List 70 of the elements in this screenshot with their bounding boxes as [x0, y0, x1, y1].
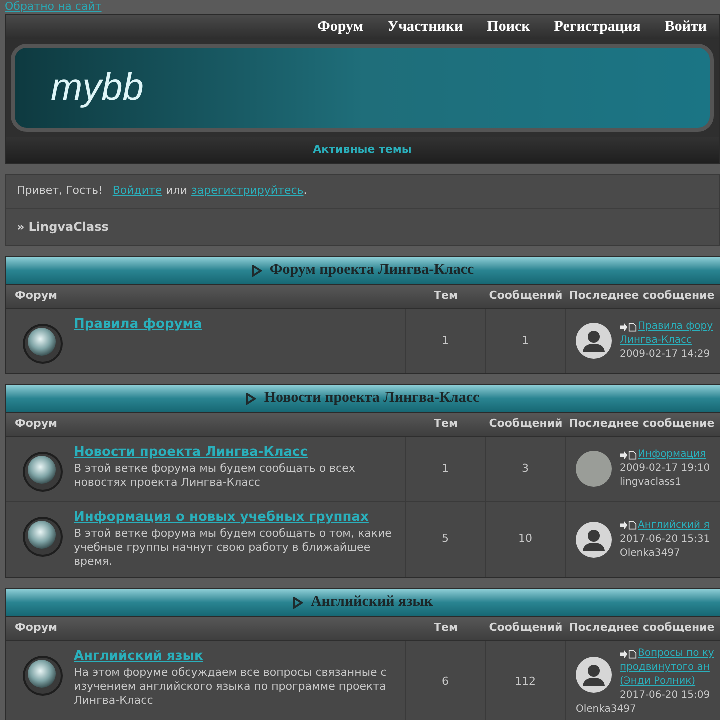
- last-post-link[interactable]: Правила фору: [638, 320, 714, 334]
- go-to-post-icon[interactable]: [620, 450, 637, 460]
- welcome-text: Привет, Гость!: [17, 183, 103, 200]
- back-to-site-link[interactable]: Обратно на сайт: [0, 0, 720, 14]
- triangle-icon: [252, 264, 262, 276]
- last-post-link[interactable]: (Энди Ролник): [620, 675, 714, 689]
- breadcrumb-link[interactable]: LingvaClass: [28, 218, 109, 236]
- column-header: Тем: [433, 416, 459, 432]
- last-post-link[interactable]: Лингва-Класс: [620, 334, 714, 348]
- nav-link[interactable]: Форум: [318, 16, 364, 38]
- forum-title-link[interactable]: Новости проекта Лингва-Класс: [74, 445, 397, 461]
- forum-status-orb-icon: [22, 516, 64, 558]
- column-header: Сообщений: [488, 416, 564, 432]
- last-post-date: 2017-06-20 15:09: [620, 689, 712, 703]
- go-to-post-icon[interactable]: [620, 322, 637, 332]
- category-title: Форум проекта Лингва-Класс: [270, 261, 474, 280]
- nav-link[interactable]: Участники: [388, 16, 464, 38]
- forum-status-orb-icon: [22, 655, 64, 697]
- logo-text: mybb: [51, 66, 144, 110]
- column-header: Форум: [14, 620, 59, 636]
- category-title: Английский язык: [310, 593, 434, 612]
- last-post-date: 2017-06-20 15:31: [620, 532, 710, 546]
- forum-status-orb-icon: [22, 323, 64, 365]
- register-link[interactable]: зарегистрируйтесь: [192, 183, 304, 200]
- last-post-link[interactable]: Информация: [638, 448, 706, 462]
- column-header: Форум: [14, 288, 59, 304]
- category-title: Новости проекта Лингва-Класс: [264, 389, 480, 408]
- nav-link[interactable]: Войти: [664, 16, 707, 38]
- triangle-icon: [246, 392, 256, 404]
- go-to-post-icon[interactable]: [620, 650, 637, 658]
- topics-count: 5: [406, 502, 486, 577]
- forum-title-link[interactable]: Английский язык: [74, 649, 397, 665]
- topics-count: 1: [406, 437, 486, 501]
- column-header: Сообщений: [488, 288, 564, 304]
- forum-description: На этом форуме обсуждаем все вопросы связанные с изучением английского языка по программе проекта Лингва-Класс: [74, 666, 388, 708]
- forum-status-orb-icon: [22, 451, 64, 493]
- welcome-text: или: [166, 183, 188, 200]
- login-link[interactable]: Войдите: [112, 183, 162, 200]
- column-header: Последнее сообщение: [568, 288, 716, 304]
- posts-count: 1: [486, 309, 566, 373]
- column-header: Последнее сообщение: [568, 416, 716, 432]
- column-header: Форум: [14, 416, 59, 432]
- topics-count: 1: [406, 309, 486, 373]
- last-post-author: Olenka3497: [576, 703, 638, 717]
- column-header: Тем: [433, 620, 459, 636]
- last-post-link[interactable]: продвинутого ан: [620, 661, 714, 675]
- triangle-icon: [292, 596, 303, 608]
- forum-title-link[interactable]: Информация о новых учебных группах: [74, 510, 397, 526]
- forum-description: В этой ветке форума мы будем сообщать о всех новостях проекта Лингва-Класс: [74, 462, 356, 490]
- nav-link[interactable]: Регистрация: [554, 16, 641, 38]
- forum-title-link[interactable]: Правила форума: [74, 317, 202, 333]
- posts-count: 3: [486, 437, 566, 501]
- go-to-post-icon[interactable]: [620, 521, 637, 530]
- nav-link[interactable]: Поиск: [487, 16, 530, 38]
- column-header: Тем: [433, 288, 459, 304]
- last-post-author: Olenka3497: [620, 546, 682, 560]
- column-header: Сообщений: [488, 620, 564, 636]
- posts-count: 10: [486, 502, 566, 577]
- topics-count: 6: [406, 641, 486, 720]
- active-topics-link[interactable]: Активные темы: [313, 142, 412, 158]
- breadcrumb-separator: »: [17, 219, 25, 236]
- posts-count: 112: [486, 641, 566, 720]
- last-post-link[interactable]: Английский я: [638, 518, 710, 532]
- last-post-link[interactable]: Вопросы по ку: [638, 647, 714, 661]
- last-post-date: 2009-02-17 14:29: [620, 348, 712, 362]
- welcome-text: .: [304, 183, 308, 200]
- column-header: Последнее сообщение: [568, 620, 716, 636]
- last-post-author: lingvaclass1: [620, 476, 682, 490]
- forum-description: В этой ветке форума мы будем сообщать о том, какие учебные группы начнут свою работу в ближайшее время.: [74, 527, 393, 569]
- last-post-date: 2009-02-17 19:10: [620, 462, 710, 476]
